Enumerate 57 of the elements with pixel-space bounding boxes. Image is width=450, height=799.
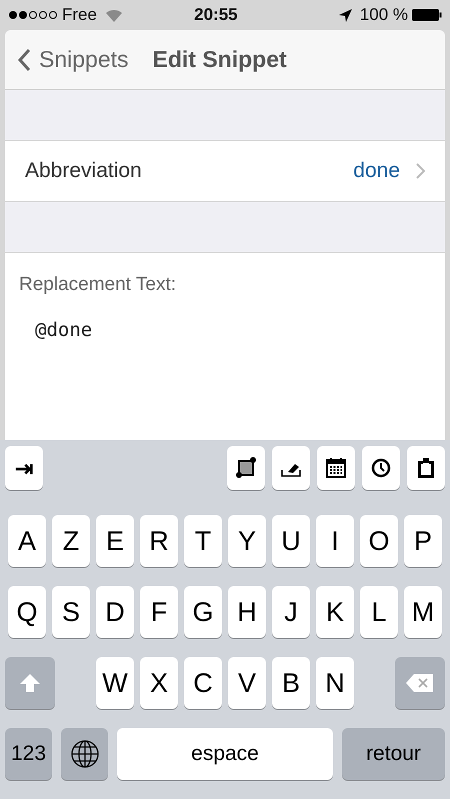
calendar-icon — [324, 456, 348, 480]
calendar-key[interactable] — [317, 446, 355, 490]
letter-key[interactable]: T — [184, 515, 222, 567]
battery-percent: 100 % — [360, 4, 408, 26]
replacement-label: Replacement Text: — [19, 273, 178, 297]
replacement-text-field[interactable]: @done — [35, 316, 431, 344]
letter-key[interactable]: B — [272, 657, 310, 709]
letter-key[interactable]: Z — [52, 515, 90, 567]
globe-key[interactable] — [61, 728, 108, 780]
signal-icon — [8, 10, 58, 20]
back-button[interactable]: Snippets — [17, 42, 129, 77]
letter-key[interactable]: M — [404, 586, 442, 638]
letter-key[interactable]: S — [52, 586, 90, 638]
letter-key[interactable]: I — [316, 515, 354, 567]
abbreviation-row[interactable]: Abbreviation done — [5, 140, 445, 202]
eraser-key[interactable] — [272, 446, 310, 490]
letter-key[interactable]: L — [360, 586, 398, 638]
space-key[interactable]: espace — [117, 728, 333, 780]
chevron-icon — [416, 163, 425, 179]
letter-key[interactable]: D — [96, 586, 134, 638]
delete-icon — [405, 673, 435, 693]
letter-key[interactable]: U — [272, 515, 310, 567]
carrier-name: Free — [62, 4, 97, 26]
letter-key[interactable]: O — [360, 515, 398, 567]
letter-key[interactable]: X — [140, 657, 178, 709]
letter-key[interactable]: Y — [228, 515, 266, 567]
shift-icon — [19, 673, 41, 693]
letter-key[interactable]: K — [316, 586, 354, 638]
screen-title: Edit Snippet — [152, 45, 287, 74]
clock-key[interactable] — [362, 446, 400, 490]
letter-key[interactable]: C — [184, 657, 222, 709]
location-icon — [338, 8, 352, 22]
abbreviation-value: done — [353, 158, 400, 184]
letter-key[interactable]: V — [228, 657, 266, 709]
letter-key[interactable]: R — [140, 515, 178, 567]
battery-icon — [412, 9, 442, 21]
clock-icon — [369, 456, 393, 480]
letter-key[interactable]: P — [404, 515, 442, 567]
numbers-key[interactable]: 123 — [5, 728, 52, 780]
tab-key[interactable]: ⇥ — [5, 446, 43, 490]
letter-key[interactable]: E — [96, 515, 134, 567]
letter-key[interactable]: J — [272, 586, 310, 638]
return-key[interactable]: retour — [342, 728, 445, 780]
letter-key[interactable]: A — [8, 515, 46, 567]
clipboard-key[interactable] — [407, 446, 445, 490]
crop-key[interactable] — [227, 446, 265, 490]
globe-icon — [70, 739, 100, 769]
letter-key[interactable]: G — [184, 586, 222, 638]
letter-key[interactable]: F — [140, 586, 178, 638]
letter-key[interactable]: Q — [8, 586, 46, 638]
wifi-icon — [104, 8, 123, 22]
abbreviation-label: Abbreviation — [25, 158, 143, 184]
letter-key[interactable]: W — [96, 657, 134, 709]
letter-key[interactable]: N — [316, 657, 354, 709]
letter-key[interactable]: H — [228, 586, 266, 638]
status-time: 20:55 — [193, 4, 239, 26]
back-chevron-icon — [17, 48, 31, 72]
